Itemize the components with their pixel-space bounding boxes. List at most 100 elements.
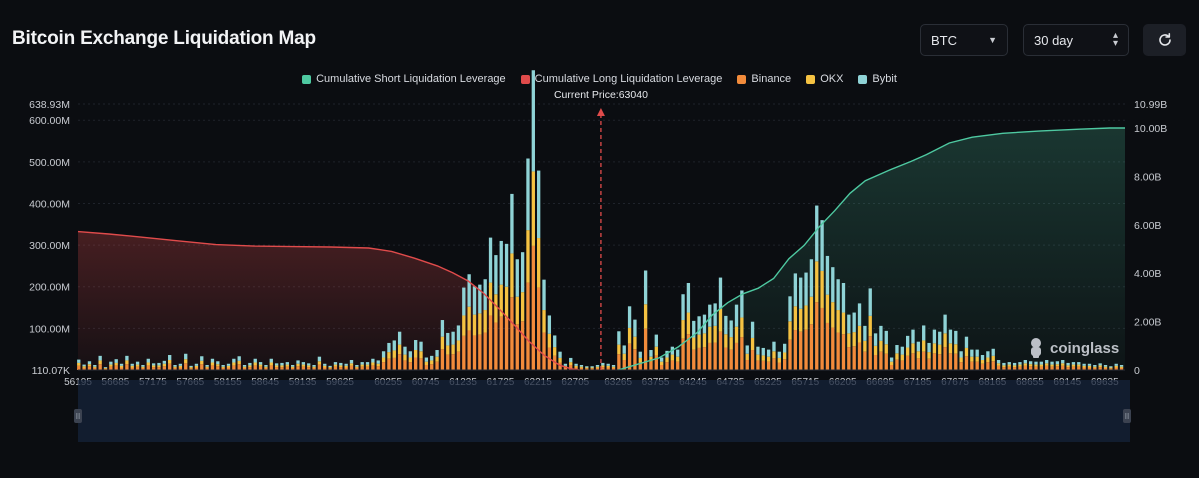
bar-bybit: [355, 365, 359, 367]
bar-binance: [783, 359, 787, 370]
bar-bybit: [938, 331, 942, 345]
bar-bybit: [692, 320, 696, 338]
bar-bybit: [553, 335, 557, 348]
bar-okx: [724, 334, 728, 348]
bar-okx: [435, 356, 439, 362]
legend-item-short[interactable]: Cumulative Short Liquidation Leverage: [302, 73, 506, 85]
bar-okx: [184, 359, 188, 364]
bar-bybit: [547, 315, 552, 334]
bar-okx: [713, 325, 717, 343]
bar-binance: [831, 327, 835, 370]
bar-okx: [954, 344, 958, 354]
bar-okx: [499, 284, 503, 317]
bar-bybit: [697, 316, 701, 335]
bar-binance: [114, 365, 118, 370]
range-handle-left[interactable]: II: [74, 409, 82, 423]
y-tick-label: 100.00M: [29, 323, 70, 335]
bar-okx: [210, 362, 215, 366]
bar-binance: [130, 367, 134, 370]
bar-okx: [750, 337, 755, 351]
bar-bybit: [349, 360, 354, 364]
bar-okx: [729, 337, 733, 350]
bar-binance: [857, 342, 862, 370]
y2-tick-label: 2.00B: [1134, 317, 1161, 329]
legend-item-okx[interactable]: OKX: [806, 73, 843, 85]
y2-tick-label: 4.00B: [1134, 268, 1161, 280]
bar-bybit: [638, 351, 642, 358]
bar-okx: [927, 352, 931, 359]
bar-binance: [301, 366, 306, 370]
bar-okx: [221, 366, 225, 368]
refresh-button[interactable]: [1143, 24, 1186, 56]
bar-binance: [168, 363, 172, 370]
bar-okx: [777, 357, 781, 363]
bar-binance: [772, 358, 776, 370]
bar-okx: [718, 308, 723, 332]
bar-binance: [938, 354, 942, 370]
bar-okx: [392, 350, 396, 358]
bar-bybit: [328, 365, 332, 368]
bar-bybit: [660, 357, 664, 362]
bar-binance: [451, 354, 455, 370]
bar-binance: [841, 334, 846, 370]
bar-binance: [184, 363, 188, 370]
bar-binance: [606, 367, 610, 370]
bar-binance: [531, 245, 535, 370]
bar-bybit: [408, 351, 412, 358]
bar-binance: [349, 365, 354, 370]
coin-select[interactable]: BTC ▼: [920, 24, 1008, 56]
coin-select-value: BTC: [931, 32, 957, 48]
bar-binance: [1018, 366, 1022, 370]
bar-binance: [670, 360, 675, 370]
bar-okx: [194, 365, 199, 368]
bar-okx: [312, 366, 316, 368]
bar-okx: [242, 366, 247, 368]
bar-binance: [141, 367, 145, 370]
bar-bybit: [269, 358, 273, 363]
bar-okx: [87, 364, 92, 367]
bar-okx: [809, 296, 814, 325]
legend-item-binance[interactable]: Binance: [737, 73, 791, 85]
bar-bybit: [991, 348, 995, 356]
bar-okx: [873, 345, 878, 356]
bar-okx: [665, 357, 669, 363]
bar-binance: [488, 315, 493, 370]
bar-binance: [579, 367, 584, 370]
bar-bybit: [665, 350, 669, 358]
bar-okx: [205, 366, 209, 368]
bar-binance: [900, 360, 904, 370]
bar-bybit: [125, 355, 129, 361]
bar-okx: [1093, 366, 1097, 368]
watermark: coinglass: [1026, 337, 1119, 359]
bar-okx: [125, 360, 129, 365]
bar-okx: [515, 296, 519, 325]
bar-binance: [232, 365, 236, 370]
bar-bybit: [1103, 365, 1108, 367]
bar-binance: [676, 361, 680, 370]
bar-bybit: [756, 346, 760, 355]
range-navigator[interactable]: [78, 380, 1130, 442]
bar-bybit: [831, 267, 835, 303]
bar-bybit: [633, 319, 637, 337]
bar-bybit: [189, 365, 193, 368]
bar-binance: [1077, 366, 1081, 370]
bar-okx: [1039, 364, 1044, 367]
bar-binance: [269, 365, 273, 370]
bar-bybit: [718, 277, 723, 309]
bar-okx: [980, 360, 985, 364]
range-handle-right[interactable]: II: [1123, 409, 1131, 423]
bar-okx: [745, 353, 749, 360]
bar-okx: [478, 313, 482, 335]
bar-okx: [258, 364, 263, 367]
legend-item-bybit[interactable]: Bybit: [858, 73, 897, 85]
bar-binance: [927, 358, 931, 370]
period-select[interactable]: 30 day ▴ ▾: [1023, 24, 1129, 56]
page-title: Bitcoin Exchange Liquidation Map: [12, 28, 316, 49]
y2-tick-label: 10.00B: [1134, 123, 1167, 135]
bar-binance: [1109, 368, 1113, 370]
bar-binance: [328, 368, 332, 370]
bar-binance: [253, 365, 257, 370]
legend-item-long[interactable]: Cumulative Long Liquidation Leverage: [520, 73, 722, 85]
bar-bybit: [996, 360, 1001, 364]
bar-bybit: [430, 355, 434, 361]
